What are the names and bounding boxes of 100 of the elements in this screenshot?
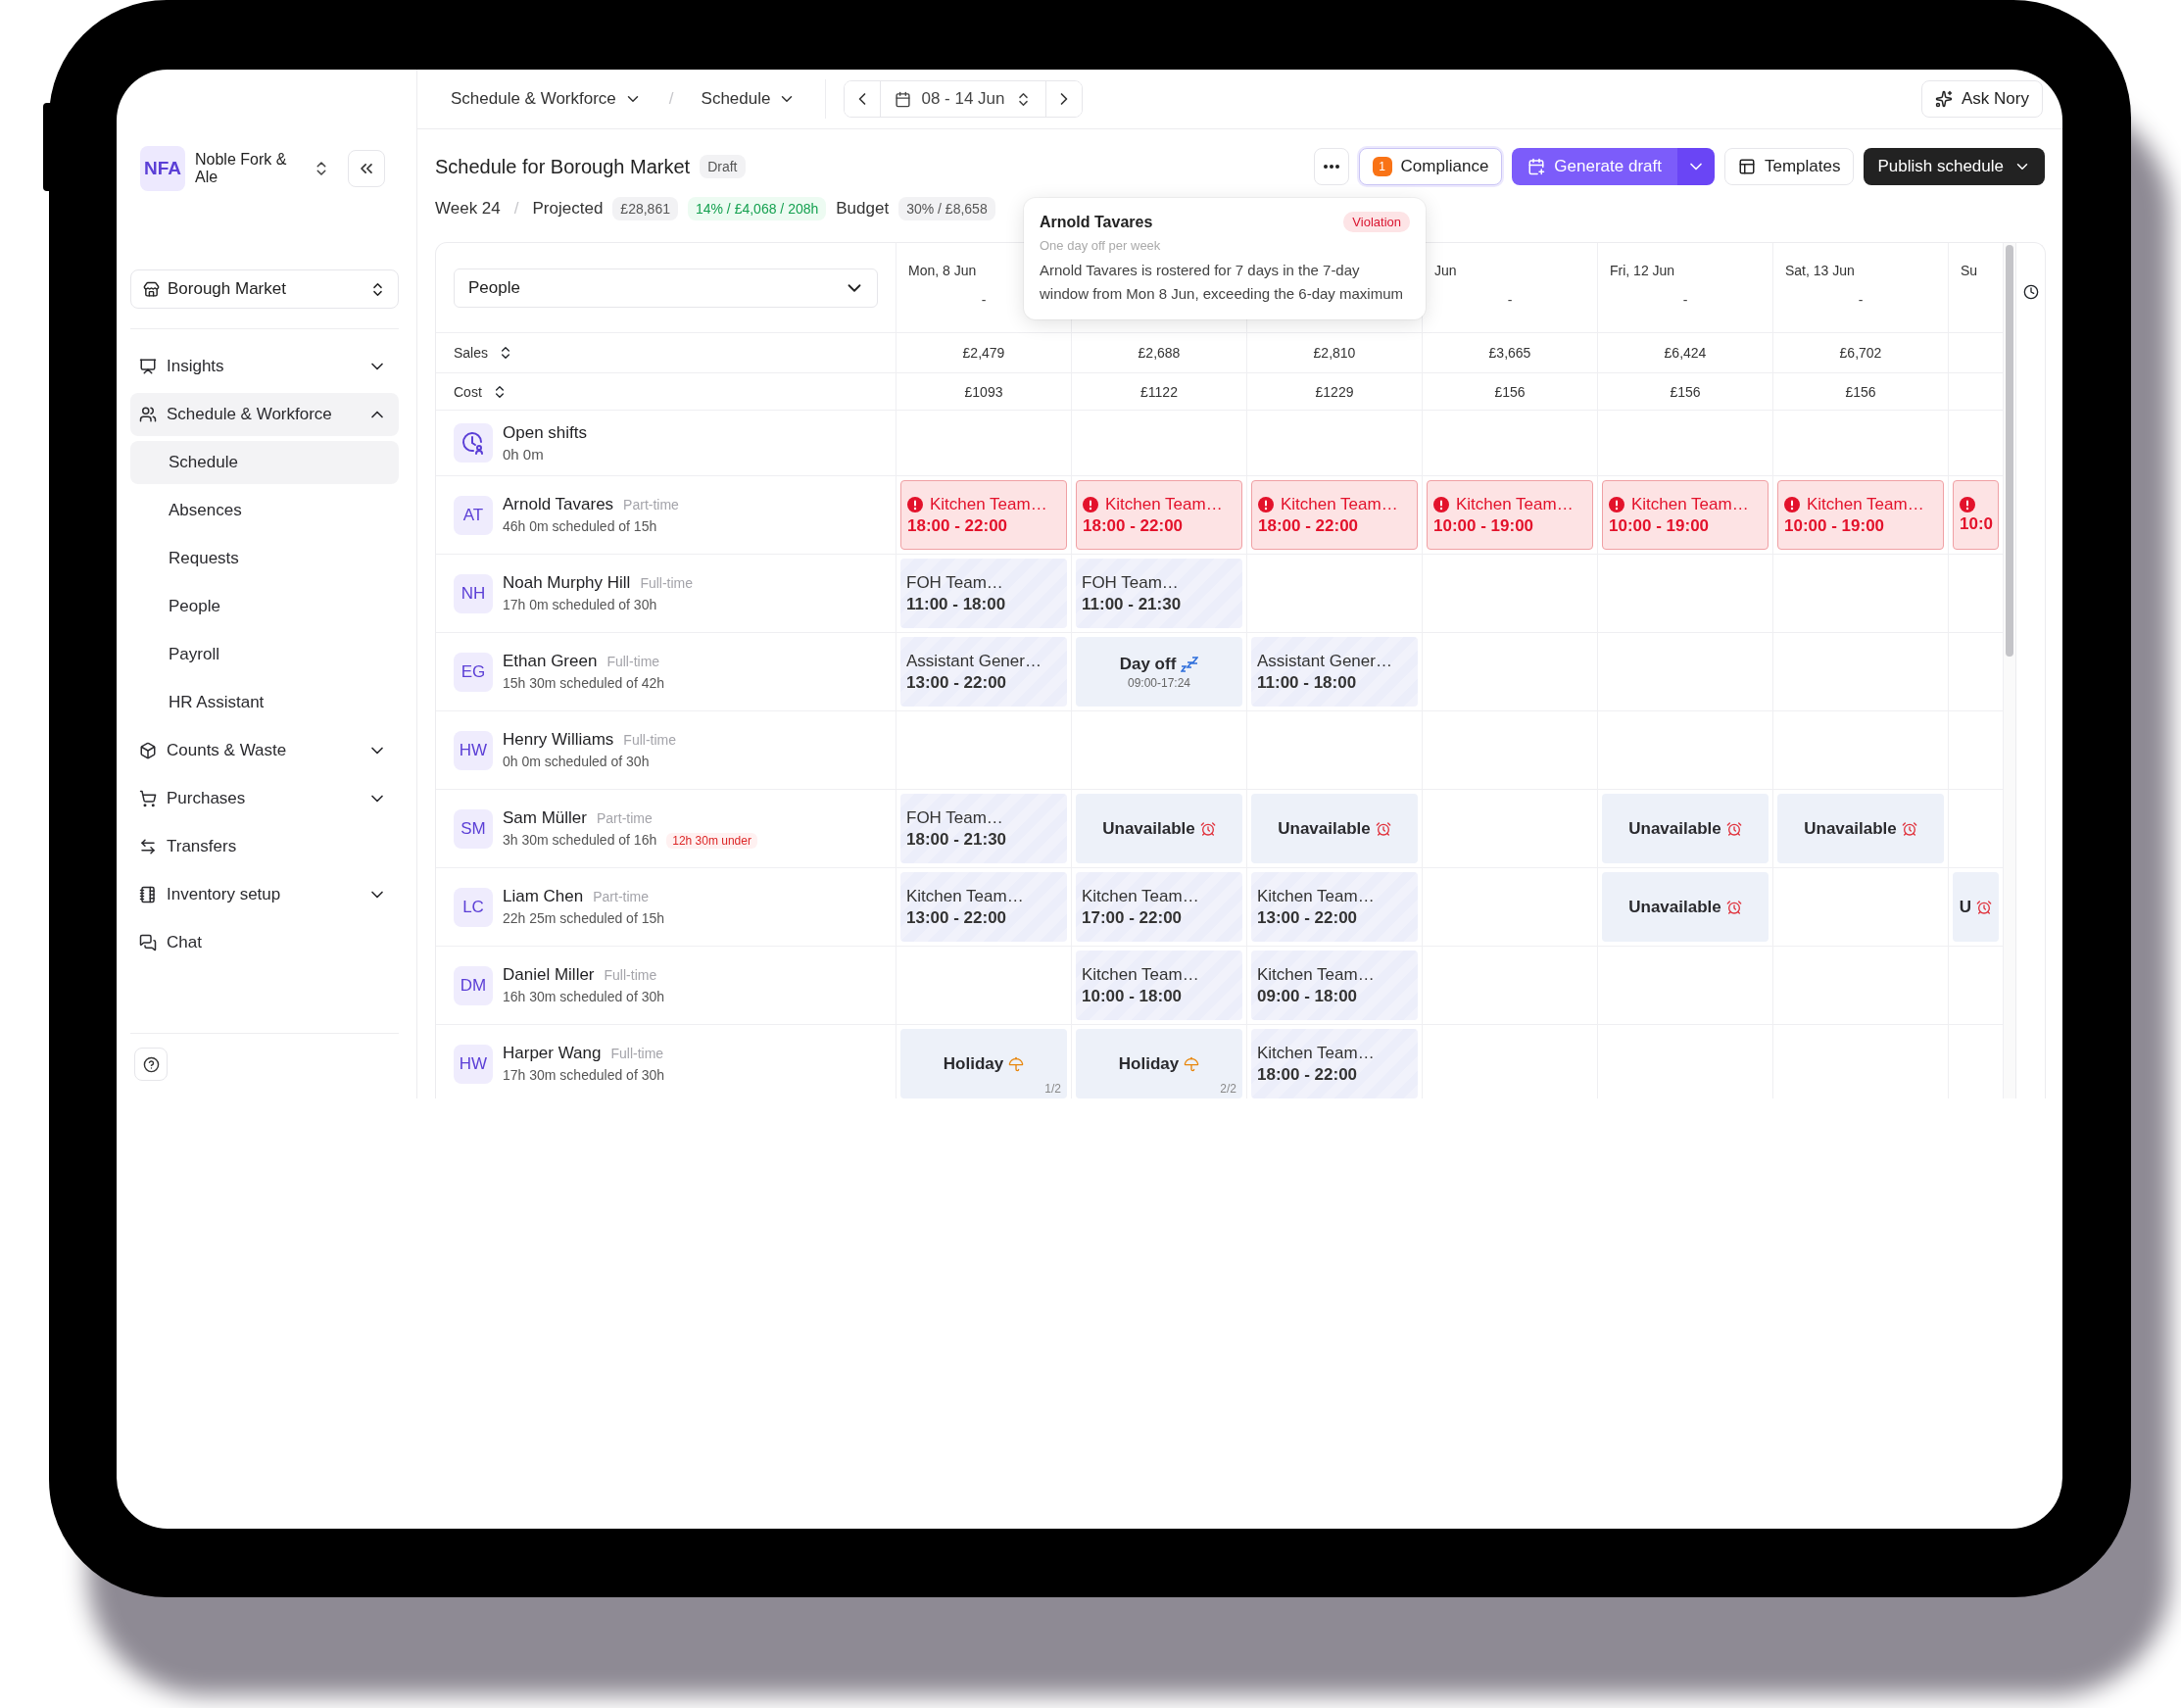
shift-title: Kitchen Team… (1281, 494, 1398, 514)
shift-card[interactable]: Kitchen Team… 13:00 - 22:00 (1251, 872, 1418, 942)
violation-shift-card[interactable]: Kitchen Team… 10:00 - 19:00 (1427, 480, 1593, 550)
nav-subitem[interactable]: Absences (130, 489, 399, 532)
open-shifts-hours: 0h 0m (503, 446, 545, 463)
unavailable-label: Unavailable (1628, 818, 1721, 839)
holiday-label: Holiday (943, 1053, 1004, 1074)
help-icon (142, 1055, 160, 1073)
nav-item[interactable]: Purchases (130, 777, 399, 820)
violation-shift-card[interactable]: Kitchen Team… 18:00 - 22:00 (900, 480, 1067, 550)
holiday-card[interactable]: Holiday 1/2 (900, 1029, 1067, 1098)
person-name[interactable]: Liam Chen (503, 887, 584, 906)
nav-item[interactable]: Transfers (130, 825, 399, 868)
date-range-picker[interactable]: 08 - 14 Jun (880, 81, 1046, 117)
shift-card[interactable]: Assistant Gener… 11:00 - 18:00 (1251, 637, 1418, 707)
scheduled-hours: 22h 25m scheduled of 15h (503, 910, 664, 926)
nav-subitem[interactable]: Schedule (130, 441, 399, 484)
person-name[interactable]: Henry Williams (503, 730, 614, 750)
generate-draft-button[interactable]: Generate draft (1512, 148, 1677, 185)
shift-time: 13:00 - 22:00 (906, 672, 1008, 693)
shift-card[interactable]: Kitchen Team… 13:00 - 22:00 (900, 872, 1067, 942)
publish-schedule-button[interactable]: Publish schedule (1864, 148, 2045, 185)
shift-title: Kitchen Team… (906, 886, 1025, 906)
unavailable-label: Unavailable (1102, 818, 1195, 839)
violation-shift-card[interactable]: Kitchen Team… 18:00 - 22:00 (1076, 480, 1242, 550)
violation-shift-card[interactable]: Kitchen Team… 10:00 - 19:00 (1777, 480, 1944, 550)
scheduled-hours: 17h 30m scheduled of 30h (503, 1067, 664, 1083)
templates-button[interactable]: Templates (1724, 148, 1855, 185)
help-button[interactable] (134, 1048, 168, 1081)
nav-item[interactable]: Insights (130, 345, 399, 388)
shift-card[interactable]: Kitchen Team… 17:00 - 22:00 (1076, 872, 1242, 942)
person-name[interactable]: Daniel Miller (503, 965, 595, 985)
cost-value: £156 (1494, 383, 1526, 400)
day-header: Sat, 13 Jun (1785, 263, 1856, 278)
nav-item[interactable]: Counts & Waste (130, 729, 399, 772)
unavailable-card[interactable]: Unavailable (1602, 794, 1769, 863)
unavailable-label: Unavailable (1278, 818, 1371, 839)
location-select[interactable]: Borough Market (130, 269, 399, 309)
page-title: Schedule for Borough Market (435, 155, 691, 178)
ask-nory-button[interactable]: Ask Nory (1921, 80, 2043, 118)
clock-icon[interactable] (2022, 284, 2039, 300)
nav-subitem[interactable]: Payroll (130, 633, 399, 676)
compliance-button[interactable]: 1 Compliance (1358, 148, 1503, 185)
more-button[interactable] (1313, 148, 1349, 185)
person-name[interactable]: Harper Wang (503, 1044, 602, 1063)
day-header: Fri, 12 Jun (1610, 263, 1676, 278)
shift-card[interactable]: FOH Team… 11:00 - 18:00 (900, 559, 1067, 628)
violation-shift-card[interactable]: Kitchen Team… 10:00 - 19:00 (1602, 480, 1769, 550)
group-by-select[interactable]: People (454, 268, 878, 308)
contract-type: Full-time (610, 1046, 664, 1061)
shift-title: Kitchen Team… (1456, 494, 1574, 514)
shift-card[interactable]: Kitchen Team… 10:00 - 18:00 (1076, 951, 1242, 1020)
shift-card[interactable]: FOH Team… 18:00 - 21:30 (900, 794, 1067, 863)
shift-time: 18:00 - 21:30 (906, 829, 1008, 850)
violation-badge: Violation (1343, 212, 1410, 232)
shift-time: 10:00 - 19:00 (1784, 515, 1886, 536)
nav-subitem[interactable]: Requests (130, 537, 399, 580)
shift-card[interactable]: FOH Team… 11:00 - 21:30 (1076, 559, 1242, 628)
projected-label: Projected (532, 199, 604, 219)
org-name[interactable]: Noble Fork & Ale (195, 151, 303, 186)
nav-subitem[interactable]: People (130, 585, 399, 628)
collapse-sidebar-button[interactable] (348, 150, 385, 187)
contract-type: Full-time (640, 575, 694, 591)
unavailable-card[interactable]: U (1953, 872, 1999, 942)
person-name[interactable]: Noah Murphy Hill (503, 573, 631, 593)
unavailable-card[interactable]: Unavailable (1076, 794, 1242, 863)
sales-value: £2,479 (962, 345, 1005, 361)
stats-separator: / (513, 199, 519, 219)
generate-options-button[interactable] (1677, 148, 1715, 185)
day-note: - (1506, 292, 1514, 308)
unavailable-card[interactable]: Unavailable (1251, 794, 1418, 863)
shift-time: 10:00 - 19:00 (1433, 515, 1535, 536)
person-name[interactable]: Ethan Green (503, 652, 598, 671)
shift-card[interactable]: Assistant Gener… 13:00 - 22:00 (900, 637, 1067, 707)
violation-shift-card[interactable]: Kitchen Team… 18:00 - 22:00 (1251, 480, 1418, 550)
unavailable-card[interactable]: Unavailable (1602, 872, 1769, 942)
person-avatar: HW (454, 730, 493, 770)
holiday-label: Holiday (1118, 1053, 1180, 1074)
nav-subitem[interactable]: HR Assistant (130, 681, 399, 724)
shift-card[interactable]: Kitchen Team… 18:00 - 22:00 (1251, 1029, 1418, 1098)
day-note: - (1681, 292, 1689, 308)
breadcrumb-dropdown[interactable]: Schedule & Workforce (439, 89, 654, 109)
person-name[interactable]: Arnold Tavares (503, 495, 614, 514)
violation-shift-card[interactable]: 10:0 (1953, 480, 1999, 550)
cost-value: £1229 (1315, 383, 1354, 400)
unavailable-card[interactable]: Unavailable (1777, 794, 1944, 863)
nav-item[interactable]: Inventory setup (130, 873, 399, 916)
alarm-clock-icon (1199, 820, 1216, 837)
breadcrumb-dropdown[interactable]: Schedule (689, 89, 808, 109)
day-off-card[interactable]: Day off 09:00-17:24 (1076, 637, 1242, 707)
alert-icon (907, 496, 923, 512)
nav-item[interactable]: Schedule & Workforce (130, 393, 399, 436)
nav-item[interactable]: Chat (130, 921, 399, 964)
shift-card[interactable]: Kitchen Team… 09:00 - 18:00 (1251, 951, 1418, 1020)
scrollbar-thumb[interactable] (2006, 245, 2013, 657)
holiday-card[interactable]: Holiday 2/2 (1076, 1029, 1242, 1098)
alarm-clock-icon (1375, 820, 1391, 837)
contract-type: Part-time (593, 889, 649, 904)
shift-title: FOH Team… (906, 807, 1004, 828)
person-name[interactable]: Sam Müller (503, 808, 587, 828)
